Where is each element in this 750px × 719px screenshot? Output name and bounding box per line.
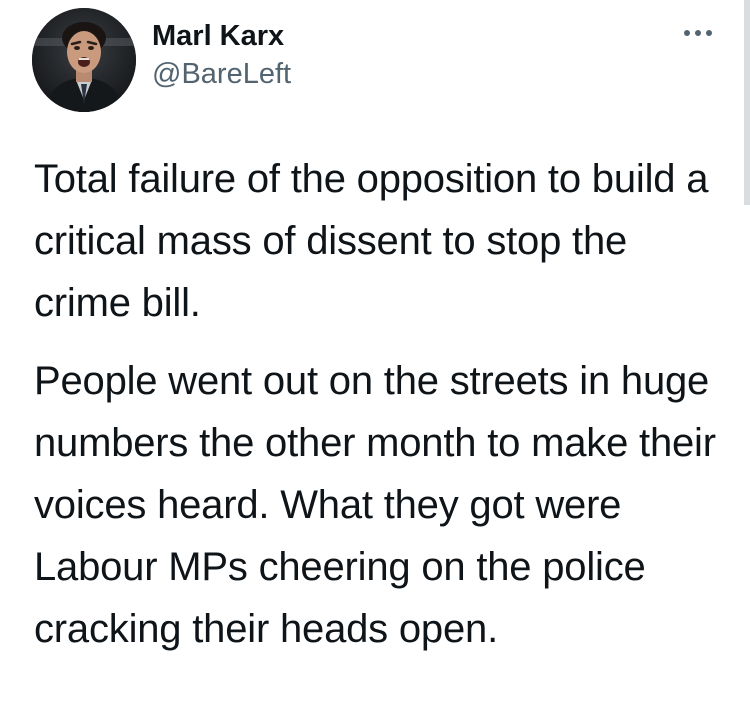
tweet-paragraph-1: Total failure of the opposition to build…	[34, 157, 709, 325]
avatar-image	[32, 8, 136, 112]
author-handle[interactable]: @BareLeft	[152, 56, 291, 92]
avatar[interactable]	[32, 8, 136, 112]
tweet-card: Marl Karx @BareLeft Total failure of the…	[0, 0, 750, 719]
tweet-text: Total failure of the opposition to build…	[34, 148, 724, 676]
tweet-header: Marl Karx @BareLeft	[32, 8, 722, 112]
author-names: Marl Karx @BareLeft	[152, 18, 291, 92]
author-display-name[interactable]: Marl Karx	[152, 18, 291, 54]
scrollbar-edge	[744, 0, 750, 205]
more-horizontal-icon	[684, 30, 712, 36]
tweet-paragraph-2: People went out on the streets in huge n…	[34, 359, 716, 651]
more-options-button[interactable]	[674, 18, 722, 48]
